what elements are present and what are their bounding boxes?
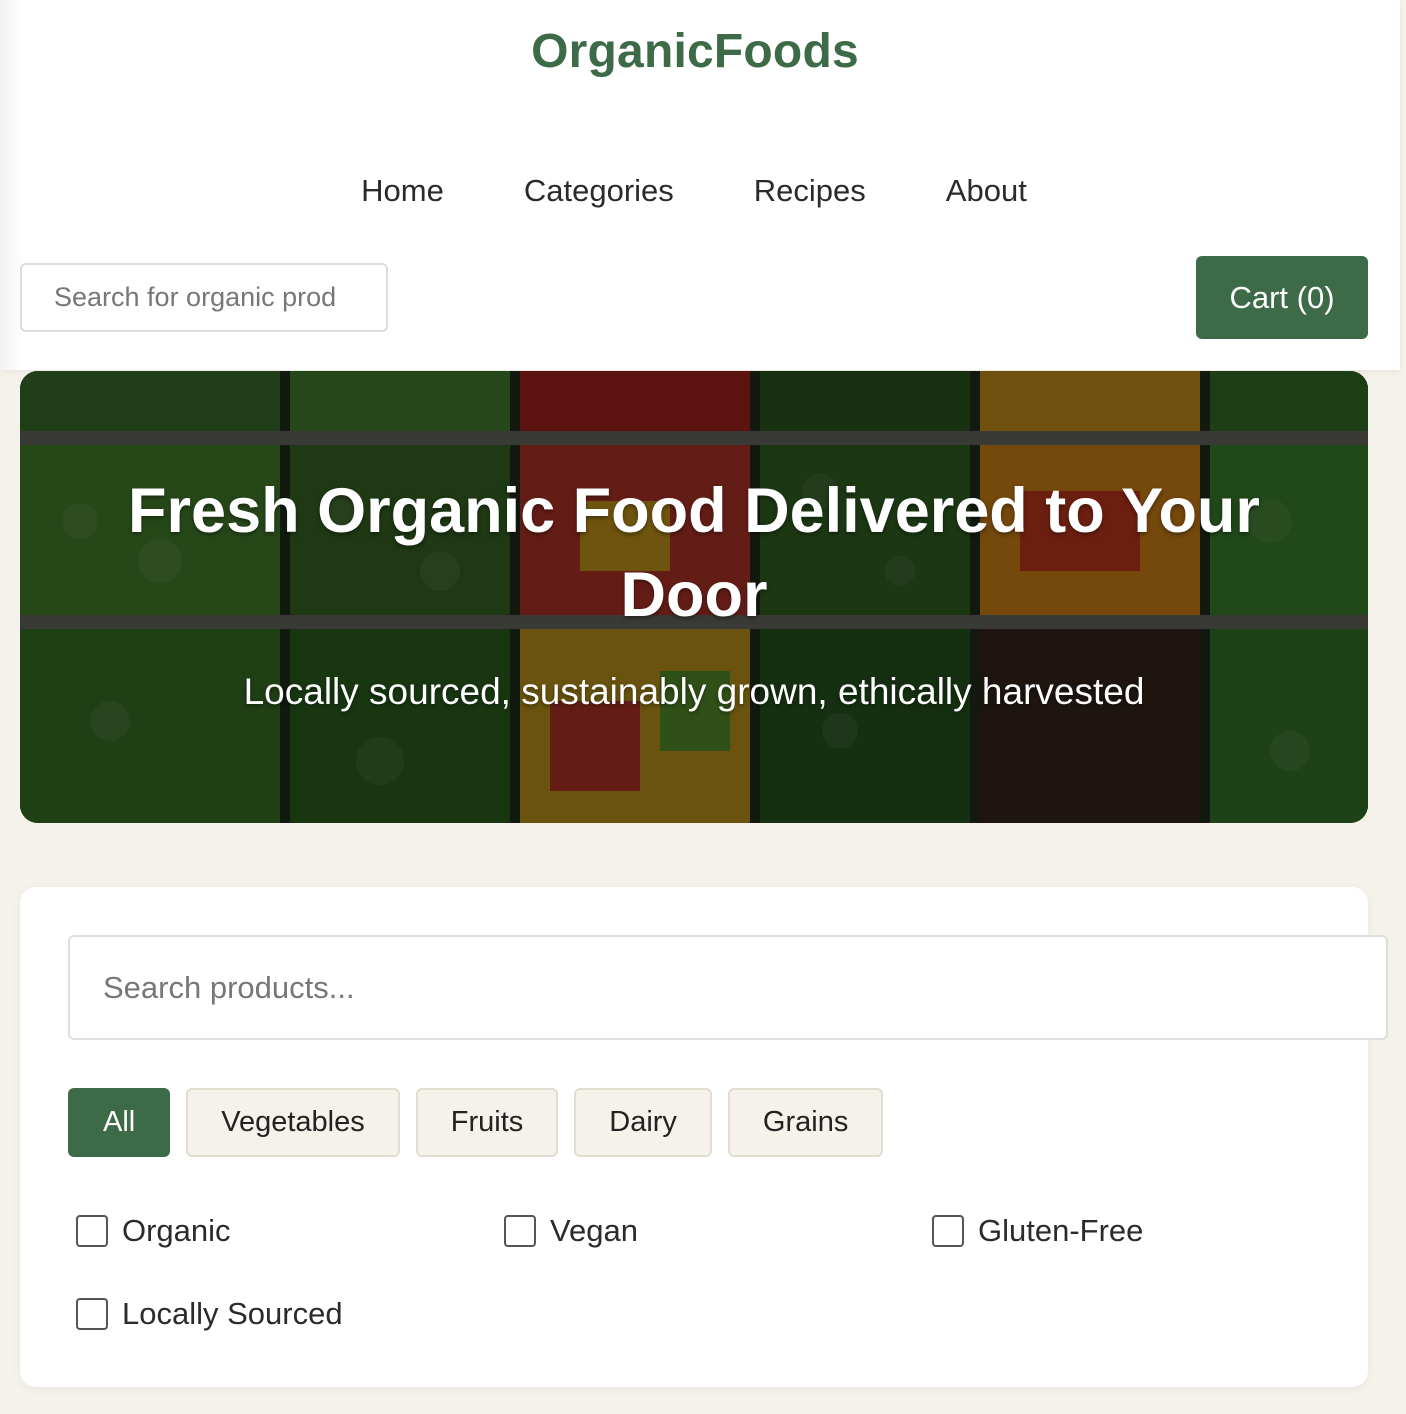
nav-recipes[interactable]: Recipes <box>714 168 906 214</box>
product-filter-panel: All Vegetables Fruits Dairy Grains Organ… <box>20 887 1388 1387</box>
nav-home[interactable]: Home <box>321 168 484 214</box>
organic-filter[interactable]: Organic <box>76 1213 231 1249</box>
vegan-checkbox[interactable] <box>504 1215 536 1247</box>
cart-button[interactable]: Cart (0) <box>1196 256 1368 339</box>
site-header: OrganicFoods Home Categories Recipes Abo… <box>0 0 1400 370</box>
category-fruits-button[interactable]: Fruits <box>415 1088 559 1157</box>
locally-sourced-filter[interactable]: Locally Sourced <box>76 1296 343 1332</box>
hero-banner: Fresh Organic Food Delivered to Your Doo… <box>20 371 1368 823</box>
header-search-input[interactable] <box>20 263 388 332</box>
product-search-input[interactable] <box>68 935 1388 1040</box>
locally-sourced-label: Locally Sourced <box>122 1296 343 1331</box>
gluten-free-checkbox[interactable] <box>932 1215 964 1247</box>
locally-sourced-checkbox[interactable] <box>76 1298 108 1330</box>
gluten-free-label: Gluten-Free <box>978 1213 1144 1248</box>
category-dairy-button[interactable]: Dairy <box>574 1088 712 1157</box>
vegan-label: Vegan <box>550 1213 638 1248</box>
category-filter-group: All Vegetables Fruits Dairy Grains <box>68 1088 884 1157</box>
nav-categories[interactable]: Categories <box>484 168 714 214</box>
organic-checkbox[interactable] <box>76 1215 108 1247</box>
nav-about[interactable]: About <box>906 168 1067 214</box>
gluten-free-filter[interactable]: Gluten-Free <box>932 1213 1143 1249</box>
organic-label: Organic <box>122 1213 231 1248</box>
site-logo[interactable]: OrganicFoods <box>0 24 1390 79</box>
category-vegetables-button[interactable]: Vegetables <box>186 1088 400 1157</box>
category-grains-button[interactable]: Grains <box>727 1088 884 1157</box>
category-all-button[interactable]: All <box>68 1088 171 1157</box>
vegan-filter[interactable]: Vegan <box>504 1213 638 1249</box>
hero-title: Fresh Organic Food Delivered to Your Doo… <box>128 476 1260 630</box>
hero-subtitle: Locally sourced, sustainably grown, ethi… <box>243 671 1145 712</box>
main-nav: Home Categories Recipes About <box>0 168 1388 214</box>
